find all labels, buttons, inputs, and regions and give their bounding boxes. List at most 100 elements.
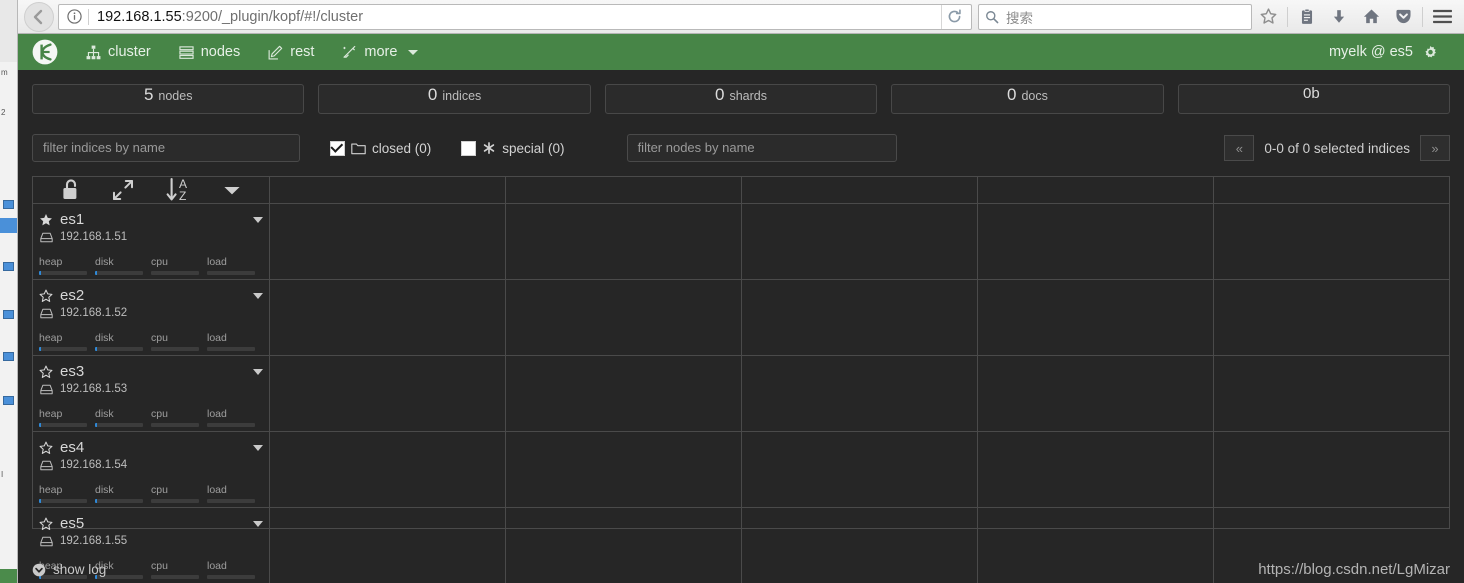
node-ip-row: 192.168.1.54 [39, 459, 263, 471]
metric-load: load [207, 256, 263, 275]
kopf-logo-link[interactable] [18, 38, 72, 66]
grid-cell [506, 356, 742, 431]
nav-item-cluster[interactable]: cluster [72, 34, 165, 70]
nav-item-rest[interactable]: rest [254, 34, 328, 70]
node-ip: 192.168.1.55 [60, 535, 128, 547]
node-card-es1[interactable]: es1 192.168.1.51 heap disk cpu load [33, 204, 270, 279]
table-row: es1 192.168.1.51 heap disk cpu load [33, 204, 1449, 280]
metric-load: load [207, 408, 263, 427]
address-bar[interactable]: 192.168.1.55:9200/_plugin/kopf/#!/cluste… [58, 3, 972, 30]
metric-load: load [207, 484, 263, 503]
metric-load: load [207, 560, 263, 579]
node-menu-caret-icon[interactable] [253, 368, 263, 375]
unlock-icon[interactable] [60, 178, 82, 202]
stat-indices[interactable]: 0 indices [318, 84, 591, 114]
node-name-row: es4 [39, 439, 263, 456]
settings-menu-button[interactable] [1423, 45, 1444, 60]
caret-down-icon[interactable] [222, 183, 242, 197]
stat-docs[interactable]: 0 docs [891, 84, 1164, 114]
home-button[interactable] [1355, 2, 1387, 32]
grid-header-cell [270, 177, 506, 203]
metric-fill [39, 347, 42, 351]
hdd-icon [40, 384, 53, 395]
nav-item-nodes[interactable]: nodes [165, 34, 255, 70]
pager-prev-button[interactable]: « [1224, 135, 1255, 161]
search-icon [985, 10, 999, 24]
node-menu-caret-icon[interactable] [253, 292, 263, 299]
grid-header-cell [742, 177, 978, 203]
show-log-button[interactable]: show log [32, 562, 106, 577]
back-button[interactable] [24, 1, 54, 32]
metric-track [151, 347, 199, 351]
stat-size[interactable]: 0b [1177, 84, 1451, 114]
closed-indices-toggle[interactable]: closed (0) [330, 140, 431, 156]
node-menu-caret-icon[interactable] [253, 216, 263, 223]
stat-label: shards [729, 89, 768, 103]
metric-heap: heap [39, 408, 95, 427]
browser-toolbar: 192.168.1.55:9200/_plugin/kopf/#!/cluste… [18, 0, 1464, 34]
svg-text:Z: Z [179, 189, 186, 203]
kopf-logo-icon [31, 38, 59, 66]
menu-button[interactable] [1426, 2, 1458, 32]
grid-cell [742, 432, 978, 507]
indices-filter-input[interactable]: filter indices by name [32, 134, 300, 162]
grid-cell [1214, 280, 1449, 355]
metric-fill [95, 423, 98, 427]
metric-fill [39, 423, 42, 427]
special-indices-toggle[interactable]: special (0) [461, 140, 565, 156]
star-outline-icon[interactable] [39, 365, 53, 379]
sort-alpha-icon[interactable]: A Z [165, 177, 193, 203]
grid-header-cell [1214, 177, 1449, 203]
stat-shards[interactable]: 0 shards [604, 84, 878, 114]
pocket-button[interactable] [1387, 2, 1419, 32]
sliver-icon [3, 396, 14, 405]
sliver-icon [3, 200, 14, 209]
star-outline-icon[interactable] [39, 441, 53, 455]
closed-checkbox[interactable] [330, 140, 345, 156]
node-card-es4[interactable]: es4 192.168.1.54 heap disk cpu load [33, 432, 270, 507]
library-button[interactable] [1291, 2, 1323, 32]
chevron-down-icon [408, 49, 419, 55]
node-card-es3[interactable]: es3 192.168.1.53 heap disk cpu load [33, 356, 270, 431]
toolbar-divider [1422, 6, 1423, 27]
downloads-button[interactable] [1323, 2, 1355, 32]
stat-label: nodes [158, 89, 193, 103]
browser-search-bar[interactable]: 搜索 [978, 3, 1252, 30]
nav-item-more[interactable]: more [328, 34, 432, 70]
node-metrics: heap disk cpu load [39, 332, 263, 351]
hdd-icon [40, 232, 53, 243]
nodes-filter-input[interactable]: filter nodes by name [626, 134, 897, 162]
star-filled-icon[interactable] [39, 213, 53, 227]
stat-value: 5 [143, 85, 154, 104]
metric-heap: heap [39, 256, 95, 275]
special-checkbox[interactable] [461, 140, 477, 156]
node-ip: 192.168.1.53 [60, 383, 128, 395]
node-card-es2[interactable]: es2 192.168.1.52 heap disk cpu load [33, 280, 270, 355]
grid-cell [270, 356, 506, 431]
gear-icon [1423, 45, 1438, 60]
stat-value: 0 [1006, 85, 1017, 104]
search-input[interactable]: 搜索 [1006, 7, 1033, 27]
stat-nodes[interactable]: 5 nodes [32, 84, 305, 114]
bookmark-star-button[interactable] [1252, 2, 1284, 32]
info-icon[interactable] [67, 9, 82, 24]
metric-fill [39, 271, 42, 275]
node-menu-caret-icon[interactable] [253, 520, 263, 527]
node-metrics: heap disk cpu load [39, 484, 263, 503]
pager-next-button[interactable]: » [1420, 135, 1450, 161]
metric-fill [95, 499, 98, 503]
grid-cell [1214, 356, 1449, 431]
metric-label: load [207, 408, 227, 420]
node-menu-caret-icon[interactable] [253, 444, 263, 451]
star-outline-icon[interactable] [39, 289, 53, 303]
sliver-text: 2 [1, 108, 6, 117]
show-log-label: show log [53, 562, 107, 577]
stat-value: 0 [427, 85, 438, 104]
edit-icon [268, 45, 283, 60]
metric-label: load [207, 560, 227, 572]
reload-button[interactable] [941, 4, 967, 29]
grid-cell [978, 204, 1214, 279]
metric-cpu: cpu [151, 256, 207, 275]
star-outline-icon[interactable] [39, 517, 53, 531]
expand-arrows-icon[interactable] [111, 178, 135, 202]
